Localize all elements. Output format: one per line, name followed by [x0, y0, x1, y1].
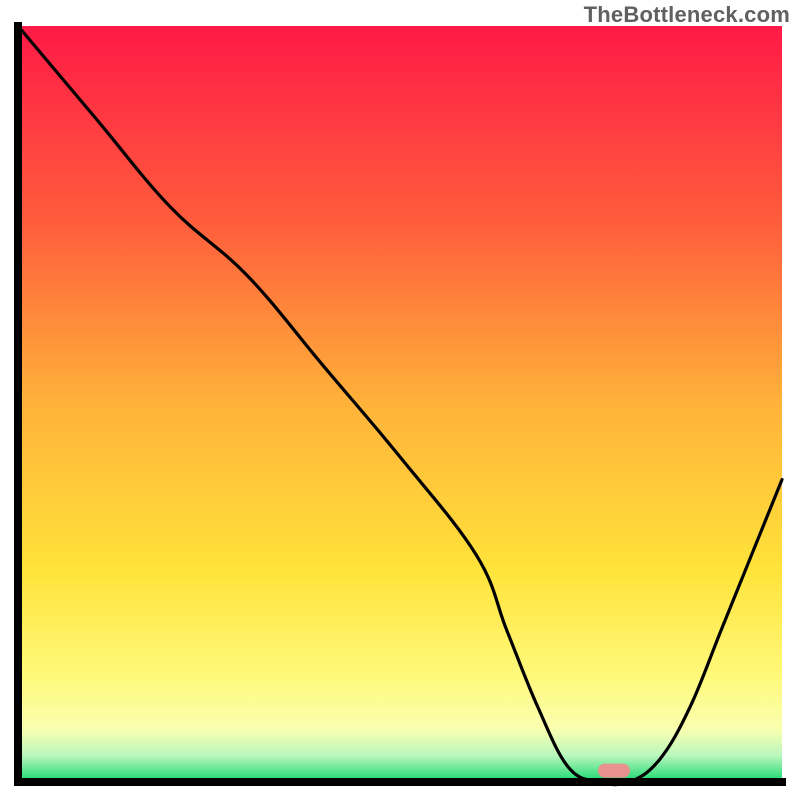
optimum-marker — [598, 764, 630, 778]
plot-background — [18, 26, 782, 782]
chart-stage: TheBottleneck.com — [0, 0, 800, 800]
watermark-text: TheBottleneck.com — [584, 2, 790, 28]
bottleneck-chart — [0, 0, 800, 800]
